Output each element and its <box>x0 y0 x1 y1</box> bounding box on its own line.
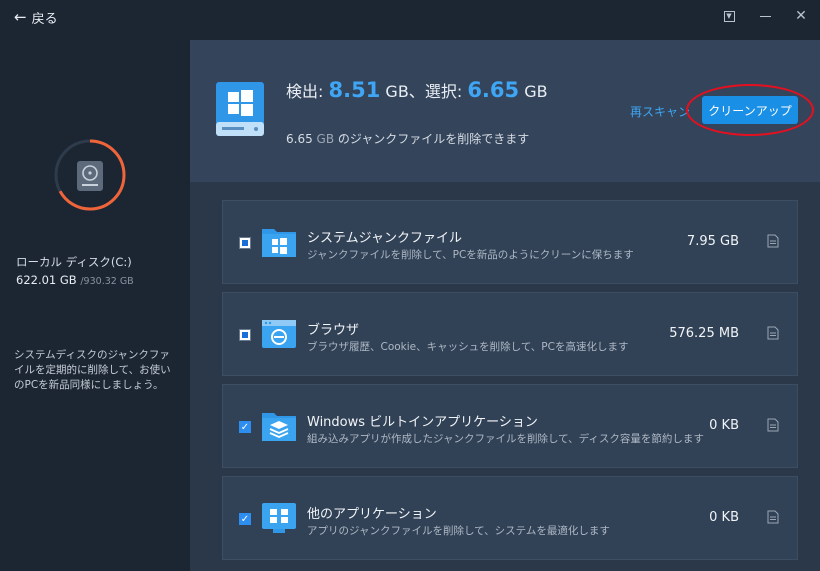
windows-drive-icon <box>216 82 264 136</box>
item-description: ジャンクファイルを削除して、PCを新品のようにクリーンに保ちます <box>307 249 634 261</box>
apps-window-icon <box>262 503 296 533</box>
checkbox-other-apps[interactable]: ✓ <box>239 513 251 525</box>
item-title: ブラウザ <box>307 323 360 338</box>
detect-value: 8.51 <box>328 78 381 102</box>
list-item-windows-builtin-apps[interactable]: ✓ Windows ビルトインアプリケーション 組み込みアプリが作成したジャンク… <box>222 384 798 468</box>
dropdown-menu-button[interactable]: ▼ <box>718 5 740 27</box>
item-size: 7.95 GB <box>686 234 739 249</box>
details-document-icon[interactable] <box>767 510 779 524</box>
disk-size: 622.01 GB /930.32 GB <box>16 273 134 287</box>
list-item-system-junk[interactable]: システムジャンクファイル ジャンクファイルを削除して、PCを新品のようにクリーン… <box>222 200 798 284</box>
close-icon: ✕ <box>795 8 807 24</box>
item-size: 0 KB <box>709 418 739 433</box>
item-description: ブラウザ履歴、Cookie、キャッシュを削除して、PCを高速化します <box>307 341 629 353</box>
hard-drive-icon <box>77 161 103 191</box>
disk-used: 622.01 GB <box>16 273 77 287</box>
item-size: 576.25 MB <box>669 326 739 341</box>
list-item-browser[interactable]: ブラウザ ブラウザ履歴、Cookie、キャッシュを削除して、PCを高速化します … <box>222 292 798 376</box>
list-item-other-apps[interactable]: ✓ 他のアプリケーション アプリのジャンクファイルを削除して、システムを最適化し… <box>222 476 798 560</box>
deletable-value: 6.65 <box>286 132 313 146</box>
deletable-text: のジャンクファイルを削除できます <box>337 132 530 146</box>
detect-label: 検出: <box>286 82 324 101</box>
arrow-left-icon: ← <box>14 8 27 26</box>
main-panel: 検出: 8.51 GB、選択: 6.65 GB 6.65 GB のジャンクファイ… <box>190 40 820 571</box>
item-title: システムジャンクファイル <box>307 231 462 246</box>
scan-summary-header: 検出: 8.51 GB、選択: 6.65 GB 6.65 GB のジャンクファイ… <box>190 40 820 182</box>
disk-usage-ring <box>54 139 126 211</box>
title-bar: ← 戻る ▼ ✕ <box>0 0 820 34</box>
item-size: 0 KB <box>709 510 739 525</box>
close-button[interactable]: ✕ <box>790 5 812 27</box>
detect-unit: GB、 <box>385 82 425 101</box>
details-document-icon[interactable] <box>767 326 779 340</box>
back-button[interactable]: ← 戻る <box>14 8 58 27</box>
window-controls: ▼ ✕ <box>718 5 812 27</box>
disk-name: ローカル ディスク(C:) <box>16 255 132 269</box>
deletable-unit: GB <box>316 132 335 146</box>
sidebar: ローカル ディスク(C:) 622.01 GB /930.32 GB システムデ… <box>0 34 190 571</box>
item-description: アプリのジャンクファイルを削除して、システムを最適化します <box>307 525 610 537</box>
item-description: 組み込みアプリが作成したジャンクファイルを削除して、ディスク容量を節約します <box>307 433 704 445</box>
scan-result-summary: 検出: 8.51 GB、選択: 6.65 GB <box>286 78 548 102</box>
select-unit: GB <box>524 82 548 101</box>
deletable-summary: 6.65 GB のジャンクファイルを削除できます <box>286 130 529 147</box>
sidebar-description: システムディスクのジャンクファイルを定期的に削除して、お使いのPCを新品同様にし… <box>14 349 171 391</box>
back-label: 戻る <box>31 11 58 27</box>
disk-total: /930.32 GB <box>80 276 134 287</box>
details-document-icon[interactable] <box>767 418 779 432</box>
rescan-link[interactable]: 再スキャン <box>630 103 690 120</box>
item-title: Windows ビルトインアプリケーション <box>307 415 538 430</box>
minimize-button[interactable] <box>754 5 776 27</box>
select-label: 選択: <box>424 82 463 101</box>
minimize-icon <box>759 15 771 17</box>
browser-icon <box>262 320 296 348</box>
junk-category-list: システムジャンクファイル ジャンクファイルを削除して、PCを新品のようにクリーン… <box>222 200 798 568</box>
checkbox-system-junk[interactable] <box>239 237 251 249</box>
item-title: 他のアプリケーション <box>307 507 437 522</box>
layers-folder-icon <box>262 413 296 441</box>
checkbox-windows-builtin-apps[interactable]: ✓ <box>239 421 251 433</box>
box-chevron-down-icon: ▼ <box>723 10 735 22</box>
details-document-icon[interactable] <box>767 234 779 248</box>
checkbox-browser[interactable] <box>239 329 251 341</box>
select-value: 6.65 <box>467 78 520 102</box>
cleanup-button[interactable]: クリーンアップ <box>702 96 798 124</box>
windows-folder-icon <box>262 229 296 257</box>
